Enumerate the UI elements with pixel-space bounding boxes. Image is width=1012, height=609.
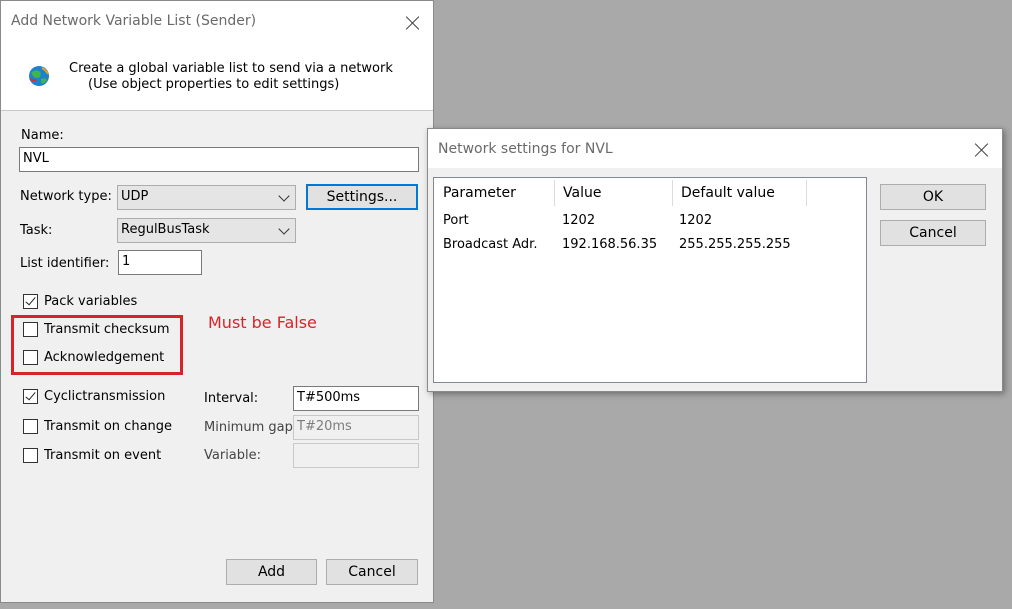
- parameter-grid: Parameter Value Default value Port 1202 …: [433, 177, 867, 383]
- add-nvl-title: Add Network Variable List (Sender): [11, 13, 257, 29]
- table-row[interactable]: Broadcast Adr. 192.168.56.35 255.255.255…: [434, 234, 866, 256]
- table-row[interactable]: Port 1202 1202: [434, 210, 866, 232]
- network-type-select[interactable]: UDP: [117, 185, 296, 210]
- network-settings-dialog: Network settings for NVL Parameter Value…: [427, 128, 1003, 392]
- interval-input[interactable]: T#500ms: [293, 386, 419, 411]
- add-nvl-dialog: Add Network Variable List (Sender) Creat…: [0, 0, 434, 603]
- variable-label: Variable:: [204, 448, 262, 463]
- interval-label: Interval:: [204, 391, 259, 406]
- network-settings-title: Network settings for NVL: [438, 141, 613, 157]
- network-type-label: Network type:: [20, 189, 112, 204]
- row-value: 1202: [562, 213, 596, 228]
- transmit-on-event-label: Transmit on event: [44, 448, 162, 463]
- transmit-on-event-checkbox[interactable]: [23, 448, 38, 463]
- header-description: Create a global variable list to send vi…: [69, 61, 393, 76]
- close-icon[interactable]: [974, 142, 990, 158]
- name-label: Name:: [21, 128, 64, 143]
- ok-button[interactable]: OK: [880, 184, 986, 210]
- network-settings-titlebar: Network settings for NVL: [428, 129, 1002, 168]
- network-type-value: UDP: [121, 189, 149, 204]
- pack-variables-checkbox[interactable]: [23, 294, 38, 309]
- chevron-down-icon: [278, 190, 290, 202]
- add-button[interactable]: Add: [226, 559, 317, 585]
- task-label: Task:: [20, 223, 53, 238]
- minimum-gap-input[interactable]: T#20ms: [293, 415, 419, 440]
- cyclic-transmission-label: Cyclictransmission: [44, 389, 166, 404]
- list-identifier-label: List identifier:: [20, 256, 110, 271]
- name-input[interactable]: NVL: [19, 147, 419, 172]
- column-header-value[interactable]: Value: [554, 178, 672, 208]
- column-header-default-value[interactable]: Default value: [672, 178, 806, 208]
- row-parameter: Broadcast Adr.: [443, 237, 538, 252]
- cancel-button[interactable]: Cancel: [326, 559, 418, 585]
- task-select[interactable]: RegulBusTask: [117, 218, 296, 243]
- row-value: 192.168.56.35: [562, 237, 658, 252]
- header-hint: (Use object properties to edit settings): [88, 77, 340, 92]
- column-header-parameter[interactable]: Parameter: [434, 178, 554, 208]
- variable-input[interactable]: [293, 443, 419, 468]
- list-identifier-input[interactable]: 1: [118, 250, 202, 275]
- close-icon[interactable]: [405, 15, 421, 31]
- column-divider: [806, 180, 807, 206]
- add-nvl-header: Create a global variable list to send vi…: [1, 41, 433, 111]
- task-value: RegulBusTask: [121, 222, 210, 237]
- transmit-on-change-label: Transmit on change: [44, 419, 173, 434]
- row-default: 255.255.255.255: [679, 237, 791, 252]
- row-default: 1202: [679, 213, 713, 228]
- row-parameter: Port: [443, 213, 469, 228]
- settings-button[interactable]: Settings...: [306, 184, 418, 210]
- cyclic-transmission-checkbox[interactable]: [23, 389, 38, 404]
- add-nvl-titlebar: Add Network Variable List (Sender): [1, 1, 433, 41]
- pack-variables-label: Pack variables: [44, 294, 138, 309]
- network-globe-icon: [29, 66, 49, 86]
- chevron-down-icon: [278, 223, 290, 235]
- settings-cancel-button[interactable]: Cancel: [880, 220, 986, 246]
- transmit-on-change-checkbox[interactable]: [23, 419, 38, 434]
- annotation-text: Must be False: [208, 313, 317, 332]
- annotation-highlight-box: [11, 315, 183, 375]
- minimum-gap-label: Minimum gap:: [204, 420, 298, 435]
